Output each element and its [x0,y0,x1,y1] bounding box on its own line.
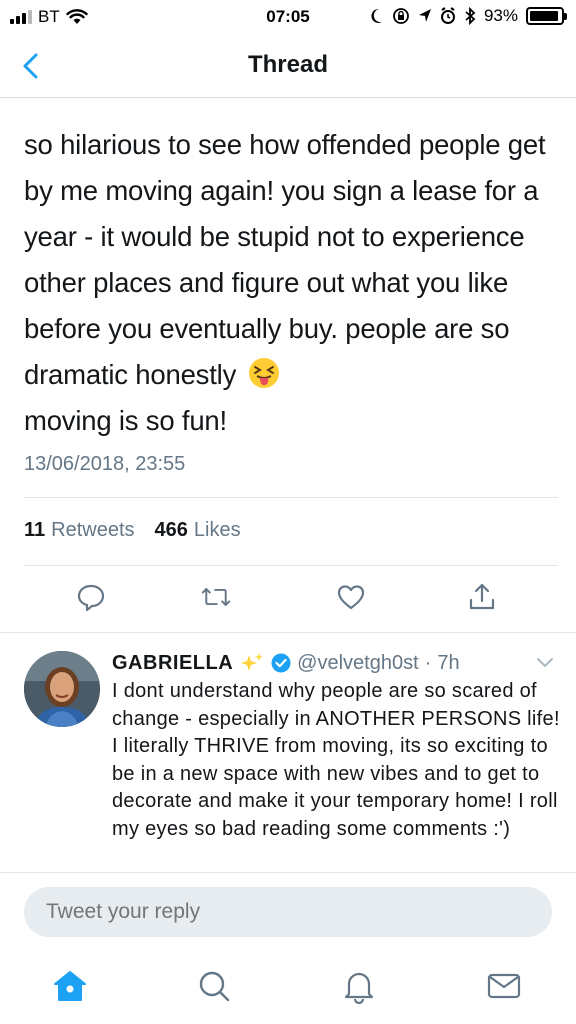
reply-input[interactable] [24,887,552,937]
moon-icon [371,8,382,23]
status-icons: 93% [368,6,567,26]
tweet-body-end: moving is so fun! [24,405,227,436]
rotation-lock-icon [393,8,409,24]
tweet-text: so hilarious to see how offended people … [24,122,554,444]
share-icon[interactable] [467,582,497,612]
notifications-icon[interactable] [341,968,377,1004]
reply-text: I dont understand why people are so scar… [112,680,560,840]
reply-handle[interactable]: @velvetgh0st [297,652,418,675]
battery-fill [530,11,558,21]
search-icon[interactable] [196,968,232,1004]
likes-count[interactable]: 466 [155,519,188,542]
verified-badge-icon [271,653,291,673]
retweet-icon[interactable] [201,582,231,612]
alarm-icon [440,7,455,24]
divider [24,497,558,498]
tweet-body: so hilarious to see how offended people … [24,129,546,390]
squinting-tongue-emoji-icon [248,358,279,388]
battery-percent: 93% [483,6,518,25]
reply-separator: · [424,651,432,674]
tab-bar [0,952,576,1024]
likes-label[interactable]: Likes [194,519,241,542]
retweets-count[interactable]: 11 [24,519,45,542]
nav-bar: Thread [0,36,576,98]
tweet-stats: 11 Retweets 466 Likes [24,519,241,542]
messages-icon[interactable] [486,968,522,1004]
status-bar: BT 07:05 93% [0,0,576,36]
page-title: Thread [247,51,328,78]
reply-author-name[interactable]: GABRIELLA [112,652,233,675]
retweets-label[interactable]: Retweets [51,519,134,542]
reply-tweet[interactable]: GABRIELLA @velvetgh0st · 7h I dont under… [0,632,576,872]
reply-age: 7h [437,651,460,674]
reply-composer [0,872,576,952]
tweet-actions [0,582,576,618]
chevron-down-icon[interactable] [536,657,554,669]
location-icon [418,9,431,22]
bluetooth-icon [465,7,476,25]
home-icon[interactable] [52,968,88,1004]
tweet-timestamp: 13/06/2018, 23:55 [24,453,186,475]
battery-icon [526,7,567,25]
sparkles-icon [241,653,264,671]
divider [24,565,558,566]
avatar[interactable] [24,651,100,727]
reply-icon[interactable] [76,582,106,612]
like-icon[interactable] [336,582,366,612]
reply-header: GABRIELLA @velvetgh0st · 7h [112,651,460,675]
